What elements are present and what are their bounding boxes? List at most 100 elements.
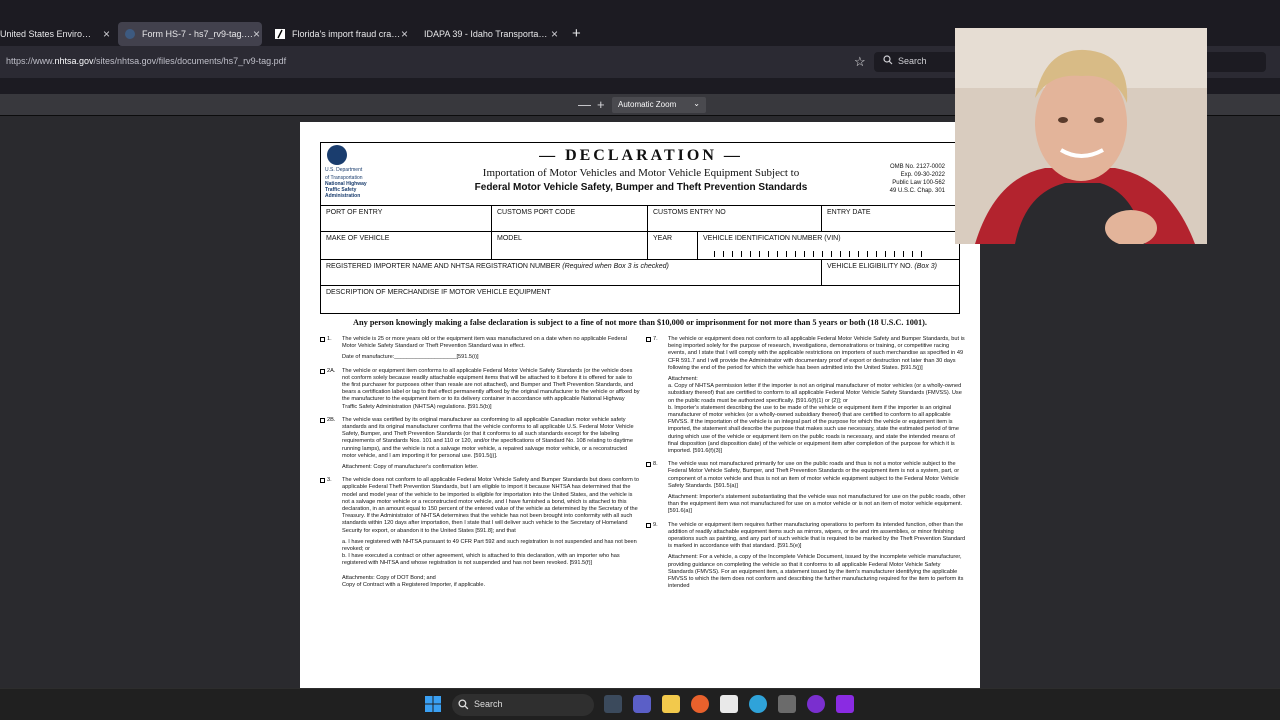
option-text: The vehicle does not conform to all appl… — [342, 477, 639, 534]
address-bar[interactable]: https://www.nhtsa.gov/sites/nhtsa.gov/fi… — [6, 56, 286, 66]
option-text: The vehicle was not manufactured primari… — [668, 461, 960, 489]
omb-line: Exp. 09-30-2022 — [900, 172, 945, 178]
tab-hs7[interactable]: Form HS-7 - hs7_rv9-tag.pdf × — [118, 22, 262, 46]
importer-label: REGISTERED IMPORTER NAME AND NHTSA REGIS… — [326, 263, 561, 270]
option-text: The vehicle or equipment does not confor… — [668, 336, 965, 371]
presenter-video — [955, 28, 1207, 244]
close-icon[interactable]: × — [253, 27, 260, 41]
field-customs-port-code[interactable]: CUSTOMS PORT CODE — [491, 206, 647, 231]
declaration-option-2B: 2B. The vehicle was certified by its orig… — [320, 417, 640, 471]
option-attachment: Attachment: For a vehicle, a copy of the… — [668, 554, 964, 590]
field-port-of-entry[interactable]: PORT OF ENTRY — [321, 206, 491, 231]
checkbox[interactable] — [646, 337, 651, 342]
false-declaration-warning: Any person knowingly making a false decl… — [352, 318, 928, 327]
field-model[interactable]: MODEL — [491, 232, 647, 259]
option-number: 3. — [327, 477, 332, 484]
checkbox[interactable] — [646, 462, 651, 468]
checkbox[interactable] — [646, 522, 651, 528]
declaration-option-3: 3. The vehicle does not conform to all ap… — [320, 477, 640, 589]
new-tab-button[interactable]: + — [572, 25, 581, 42]
tab-epa[interactable]: United States Environmental Pr × — [0, 22, 112, 46]
field-registered-importer[interactable]: REGISTERED IMPORTER NAME AND NHTSA REGIS… — [321, 260, 821, 285]
declaration-option-9: 9. The vehicle or equipment item requires… — [646, 522, 966, 591]
url-path: /sites/nhtsa.gov/files/documents/hs7_rv9… — [93, 56, 287, 66]
omb-line: 49 U.S.C. Chap. 301 — [889, 188, 945, 194]
vin-boxes — [714, 251, 922, 257]
news-favicon-icon — [275, 29, 285, 39]
chevron-down-icon: ⌄ — [693, 99, 700, 108]
form-row-importer: REGISTERED IMPORTER NAME AND NHTSA REGIS… — [321, 259, 959, 285]
bookmark-star-icon[interactable]: ☆ — [854, 54, 866, 70]
declaration-title: — DECLARATION — — [539, 147, 743, 164]
form-row-vehicle: MAKE OF VEHICLE MODEL YEAR VEHICLE IDENT… — [321, 231, 959, 259]
file-explorer-icon[interactable] — [662, 695, 680, 713]
field-entry-date[interactable]: ENTRY DATE — [821, 206, 959, 231]
taskbar-search-label: Search — [474, 699, 503, 709]
option-number: 9. — [653, 521, 658, 528]
firefox-icon[interactable] — [691, 695, 709, 713]
tab-title: Florida's import fraud crackdo — [292, 29, 402, 39]
field-vehicle-eligibility[interactable]: VEHICLE ELIGIBILITY NO. (Box 3) — [821, 260, 959, 285]
checkbox[interactable] — [320, 478, 325, 484]
checkbox[interactable] — [320, 417, 325, 423]
teams-icon[interactable] — [633, 695, 651, 713]
field-customs-entry-no[interactable]: CUSTOMS ENTRY NO — [647, 206, 821, 231]
task-view-icon[interactable] — [604, 695, 622, 713]
app-icon[interactable] — [778, 695, 796, 713]
windows-start-icon[interactable] — [424, 695, 442, 713]
field-vin[interactable]: VEHICLE IDENTIFICATION NUMBER (VIN) — [697, 232, 959, 259]
zoom-select[interactable]: Automatic Zoom ⌄ — [612, 97, 706, 113]
search-placeholder: Search — [898, 56, 927, 66]
declaration-options-right: 7. The vehicle or equipment does not conf… — [646, 336, 966, 597]
zoom-label: Automatic Zoom — [618, 100, 677, 109]
option-number: 1. — [327, 336, 332, 342]
tab-title: United States Environmental Pr — [0, 29, 96, 39]
pdf-favicon-icon — [125, 29, 135, 39]
declaration-option-1: 1. The vehicle is 25 or more years old or… — [320, 336, 640, 362]
tab-title: IDAPA 39 - Idaho Transportation De — [424, 29, 548, 39]
option-attachment: Attachment: a. Copy of NHTSA permission … — [668, 376, 962, 455]
eligibility-note: (Box 3) — [914, 263, 937, 270]
close-icon[interactable]: × — [103, 27, 110, 41]
zoom-out-button[interactable]: — — [578, 97, 591, 112]
obs-icon[interactable] — [807, 695, 825, 713]
app-icon-2[interactable] — [836, 695, 854, 713]
form-row-description: DESCRIPTION OF MERCHANDISE IF MOTOR VEHI… — [321, 285, 959, 314]
declaration-subtitle: Importation of Motor Vehicles and Motor … — [482, 167, 800, 179]
close-icon[interactable]: × — [551, 27, 558, 41]
checkbox[interactable] — [320, 337, 325, 342]
taskbar-search[interactable]: Search — [452, 694, 594, 716]
windows-taskbar: Search — [0, 688, 1280, 720]
option-text: The vehicle was certified by its origina… — [342, 416, 634, 459]
checkbox[interactable] — [320, 368, 325, 374]
vin-label: VEHICLE IDENTIFICATION NUMBER (VIN) — [703, 235, 841, 242]
omb-line: OMB No. 2127-0002 — [889, 164, 945, 170]
agency-line: Administration — [325, 193, 361, 199]
eligibility-label: VEHICLE ELIGIBILITY NO. — [827, 263, 913, 270]
tab-idapa[interactable]: IDAPA 39 - Idaho Transportation De × — [418, 22, 560, 46]
option-number: 7. — [653, 336, 658, 342]
zoom-in-button[interactable]: + — [597, 97, 605, 112]
option-number: 2B. — [327, 416, 336, 423]
edge-icon[interactable] — [749, 695, 767, 713]
omb-info: OMB No. 2127-0002 Exp. 09-30-2022 Public… — [890, 163, 945, 195]
option-text: The vehicle or equipment item requires f… — [668, 521, 966, 550]
store-icon[interactable] — [720, 695, 738, 713]
option-attachment: Attachment: Copy of manufacturer's confi… — [342, 464, 479, 471]
option-number: 8. — [653, 461, 658, 468]
search-icon — [883, 55, 893, 65]
declaration-subtitle-2: Federal Motor Vehicle Safety, Bumper and… — [474, 182, 808, 193]
field-merchandise-description[interactable]: DESCRIPTION OF MERCHANDISE IF MOTOR VEHI… — [321, 286, 959, 314]
field-make[interactable]: MAKE OF VEHICLE — [321, 232, 491, 259]
declaration-option-7: 7. The vehicle or equipment does not conf… — [646, 336, 966, 455]
pdf-page: U.S. Department of Transportation Nation… — [300, 122, 980, 688]
webcam-overlay — [955, 28, 1207, 244]
form-row-entry: PORT OF ENTRY CUSTOMS PORT CODE CUSTOMS … — [321, 205, 959, 231]
close-icon[interactable]: × — [401, 27, 408, 41]
field-year[interactable]: YEAR — [647, 232, 697, 259]
tab-florida[interactable]: Florida's import fraud crackdo × — [268, 22, 410, 46]
option-text: The vehicle or equipment item conforms t… — [342, 367, 640, 410]
option-number: 2A. — [327, 367, 336, 374]
tab-title: Form HS-7 - hs7_rv9-tag.pdf — [142, 29, 254, 39]
declaration-option-8: 8. The vehicle was not manufactured prima… — [646, 461, 966, 515]
